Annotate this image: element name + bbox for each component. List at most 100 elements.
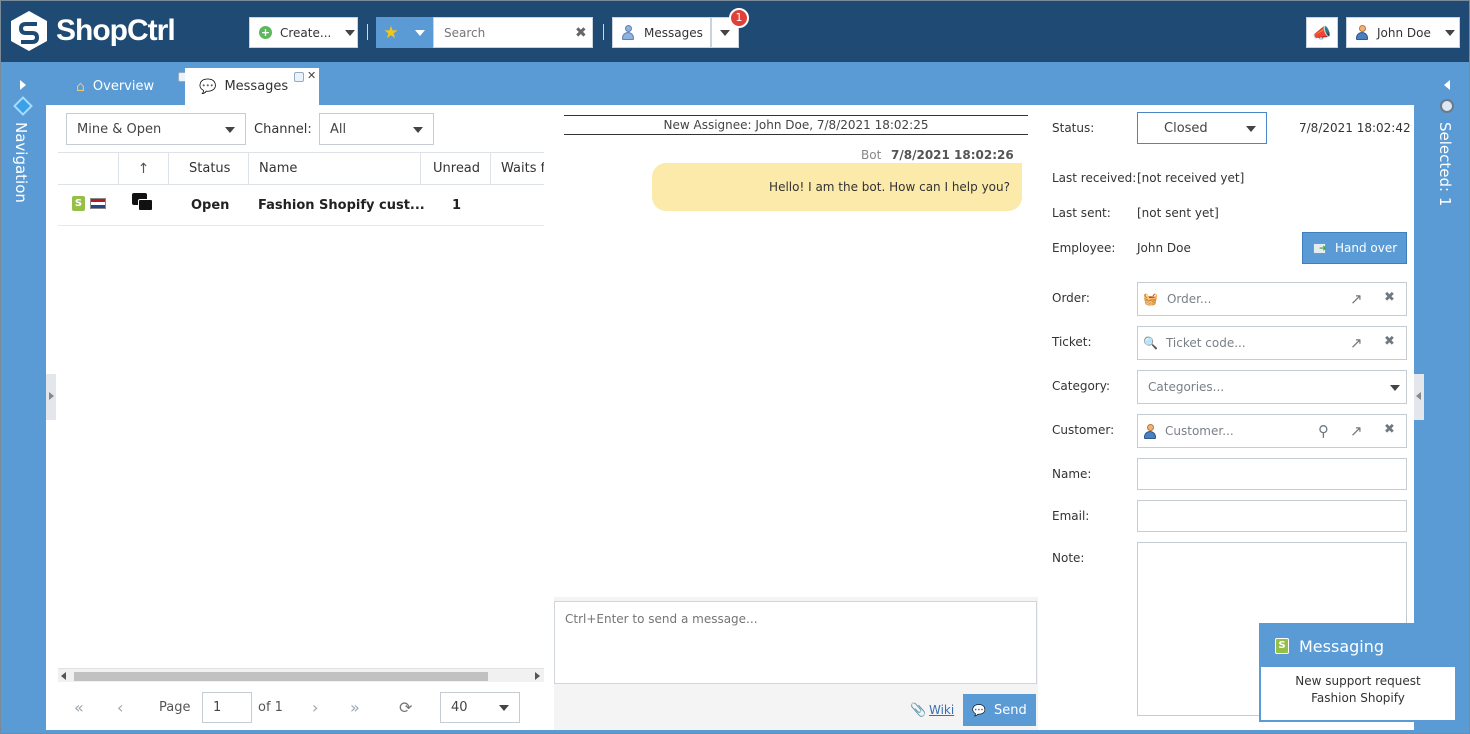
table-row[interactable]: S Open Fashion Shopify cust... 1 bbox=[58, 185, 544, 226]
category-select[interactable]: Categories... bbox=[1137, 370, 1407, 404]
open-external-icon[interactable]: ↗ bbox=[1350, 290, 1363, 308]
notification-line-2: Fashion Shopify bbox=[1311, 691, 1405, 705]
name-label: Name: bbox=[1052, 467, 1092, 481]
tab-menu-icon[interactable] bbox=[294, 72, 304, 82]
message-time: 7/8/2021 18:02:26 bbox=[891, 148, 1014, 162]
user-avatar-icon bbox=[1356, 25, 1368, 40]
last-sent-value: [not sent yet] bbox=[1137, 206, 1219, 220]
message-bubble: Hello! I am the bot. How can I help you? bbox=[652, 163, 1022, 211]
channel-filter-select[interactable]: All bbox=[319, 113, 434, 145]
hand-over-button[interactable]: ➜ Hand over bbox=[1302, 232, 1407, 264]
channel-label: Channel: bbox=[254, 122, 312, 137]
user-menu[interactable]: John Doe bbox=[1346, 17, 1460, 48]
scope-filter-select[interactable]: Mine & Open bbox=[66, 113, 246, 145]
hand-over-label: Hand over bbox=[1335, 241, 1398, 255]
tab-strip: ⌂ Overview 💬 Messages ✕ bbox=[46, 62, 1414, 105]
refresh-icon[interactable]: ⟳ bbox=[399, 698, 412, 717]
left-splitter-handle[interactable] bbox=[46, 374, 56, 420]
clear-icon[interactable]: ✖ bbox=[1384, 290, 1395, 305]
last-received-label: Last received: bbox=[1052, 171, 1137, 185]
chat-pane: New Assignee: John Doe, 7/8/2021 18:02:2… bbox=[554, 105, 1038, 730]
message-composer[interactable] bbox=[554, 601, 1037, 684]
clear-icon[interactable]: ✖ bbox=[1384, 422, 1395, 437]
order-label: Order: bbox=[1052, 291, 1090, 305]
paperclip-icon: 📎 bbox=[910, 703, 927, 718]
page-number-input[interactable] bbox=[202, 692, 252, 723]
column-header-waits[interactable]: Waits fo bbox=[490, 153, 544, 184]
column-header-name[interactable]: Name bbox=[248, 153, 420, 184]
navigation-rail[interactable]: Navigation bbox=[0, 62, 46, 734]
customer-label: Customer: bbox=[1052, 423, 1115, 437]
scroll-right-icon[interactable] bbox=[535, 672, 540, 680]
notification-body: New support request Fashion Shopify bbox=[1261, 667, 1455, 707]
ticket-field[interactable]: 🔍 Ticket code... ↗ ✖ bbox=[1137, 326, 1407, 360]
search-box[interactable]: ✖ bbox=[433, 17, 593, 48]
ticket-placeholder: Ticket code... bbox=[1165, 336, 1246, 350]
shopify-icon: S bbox=[72, 196, 85, 211]
notification-line-1: New support request bbox=[1295, 674, 1421, 688]
chevron-down-icon bbox=[1390, 385, 1400, 391]
scrollbar-thumb[interactable] bbox=[74, 672, 488, 681]
scroll-left-icon[interactable] bbox=[61, 672, 66, 680]
announcements-button[interactable]: 📣 bbox=[1306, 17, 1338, 48]
column-header-unread[interactable]: Unread bbox=[420, 153, 490, 184]
favorites-dropdown[interactable] bbox=[406, 17, 433, 48]
name-input[interactable] bbox=[1137, 458, 1407, 490]
next-page-icon[interactable]: › bbox=[312, 698, 318, 717]
sort-arrow-up-icon: ↑ bbox=[137, 160, 150, 177]
row-name: Fashion Shopify cust... bbox=[258, 197, 425, 213]
note-label: Note: bbox=[1052, 551, 1085, 565]
open-external-icon[interactable]: ↗ bbox=[1350, 422, 1363, 440]
search-icon[interactable]: ⚲ bbox=[1318, 422, 1329, 440]
messages-label: Messages bbox=[644, 25, 703, 40]
top-bar: ShopCtrl + Create... ★ ✖ Messages 1 📣 Jo… bbox=[0, 0, 1470, 62]
logo[interactable]: ShopCtrl bbox=[10, 10, 176, 52]
tab-overview[interactable]: ⌂ Overview bbox=[58, 68, 188, 105]
page-label: Page bbox=[159, 700, 191, 715]
category-label: Category: bbox=[1052, 379, 1110, 393]
close-tab-icon[interactable]: ✕ bbox=[307, 69, 316, 82]
page-size-select[interactable]: 40 bbox=[440, 692, 520, 723]
favorites-button[interactable]: ★ bbox=[376, 17, 406, 48]
previous-page-icon[interactable]: ‹ bbox=[117, 698, 123, 717]
right-splitter-handle[interactable] bbox=[1414, 374, 1424, 420]
page-count-label: of 1 bbox=[258, 700, 283, 715]
wiki-link[interactable]: Wiki bbox=[929, 703, 954, 717]
open-external-icon[interactable]: ↗ bbox=[1350, 334, 1363, 352]
navigation-label: Navigation bbox=[12, 122, 30, 203]
tab-messages[interactable]: 💬 Messages ✕ bbox=[185, 68, 319, 105]
email-input[interactable] bbox=[1137, 500, 1407, 532]
app-name: ShopCtrl bbox=[56, 14, 176, 47]
column-header-sort[interactable]: ↑ bbox=[118, 153, 168, 184]
clear-icon[interactable]: ✖ bbox=[1384, 334, 1395, 349]
message-text: Hello! I am the bot. How can I help you? bbox=[769, 180, 1010, 194]
customer-field[interactable]: Customer... ⚲ ↗ ✖ bbox=[1137, 414, 1407, 448]
user-icon bbox=[622, 25, 634, 40]
status-select[interactable]: Closed bbox=[1137, 112, 1267, 144]
messages-button[interactable]: Messages bbox=[612, 17, 711, 48]
row-unread: 1 bbox=[452, 197, 462, 213]
chat-bubbles-icon: 💬 bbox=[199, 78, 217, 95]
message-history[interactable]: New Assignee: John Doe, 7/8/2021 18:02:2… bbox=[554, 105, 1038, 597]
order-field[interactable]: 🧺 Order... ↗ ✖ bbox=[1137, 282, 1407, 316]
assignee-system-line: New Assignee: John Doe, 7/8/2021 18:02:2… bbox=[564, 115, 1028, 135]
create-button[interactable]: + Create... bbox=[249, 17, 358, 48]
collapse-arrow-icon bbox=[49, 392, 54, 400]
search-input[interactable] bbox=[444, 25, 569, 40]
status-label: Status: bbox=[1052, 121, 1095, 135]
employee-value: John Doe bbox=[1137, 241, 1191, 255]
star-icon: ★ bbox=[383, 22, 399, 43]
horizontal-scrollbar[interactable] bbox=[58, 668, 544, 682]
first-page-icon[interactable]: « bbox=[74, 698, 84, 717]
send-label: Send bbox=[993, 702, 1027, 718]
employee-label: Employee: bbox=[1052, 241, 1116, 255]
last-page-icon[interactable]: » bbox=[350, 698, 360, 717]
expand-arrow-icon[interactable] bbox=[20, 80, 26, 90]
chevron-down-icon bbox=[345, 29, 356, 36]
collapse-arrow-icon[interactable] bbox=[1444, 80, 1450, 90]
column-header-status[interactable]: Status bbox=[168, 153, 248, 184]
messaging-notification[interactable]: S Messaging New support request Fashion … bbox=[1259, 623, 1457, 722]
column-header-icons[interactable] bbox=[58, 153, 118, 184]
clear-icon[interactable]: ✖ bbox=[575, 25, 587, 41]
send-button[interactable]: 💬 Send bbox=[963, 694, 1036, 726]
